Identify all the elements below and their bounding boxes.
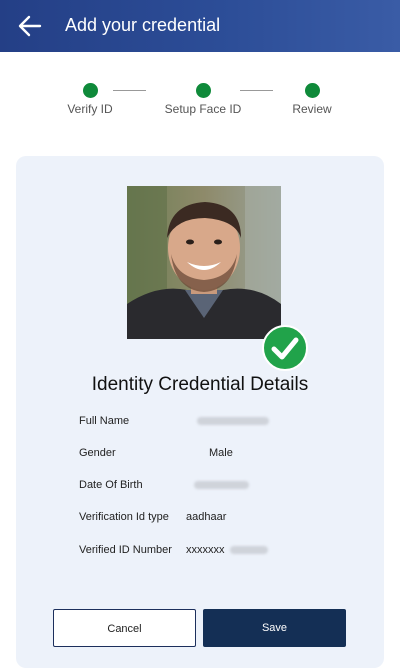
details-title: Identity Credential Details — [91, 374, 309, 395]
progress-stepper: Verify ID Setup Face ID Review — [0, 78, 400, 118]
back-button[interactable] — [16, 13, 44, 39]
step-complete-dot — [304, 83, 320, 98]
step-review: Review — [252, 78, 372, 116]
profile-photo — [127, 186, 281, 339]
detail-value: xxxxxxx — [186, 544, 268, 556]
step-verify-id: Verify ID — [30, 78, 150, 116]
arrow-left-icon — [18, 15, 42, 37]
detail-value-redacted — [197, 415, 269, 427]
detail-label: Full Name — [79, 415, 130, 427]
detail-label: Date Of Birth — [79, 479, 143, 491]
detail-value-redacted — [194, 479, 249, 491]
step-complete-dot — [195, 83, 211, 98]
step-connector — [113, 90, 146, 91]
detail-row-gender: Gender Male — [79, 447, 379, 465]
detail-row-date-of-birth: Date Of Birth — [79, 479, 379, 497]
cancel-button[interactable]: Cancel — [53, 609, 196, 647]
app-bar: Add your credential — [0, 0, 400, 52]
step-label: Setup Face ID — [164, 102, 242, 116]
page-title: Add your credential — [65, 15, 221, 35]
step-complete-dot — [82, 83, 98, 98]
detail-label: Verified ID Number — [79, 544, 172, 556]
detail-value: aadhaar — [186, 511, 227, 523]
check-circle-icon — [262, 325, 308, 371]
detail-label: Gender — [79, 447, 116, 459]
detail-row-verified-id-number: Verified ID Number xxxxxxx — [79, 544, 379, 562]
detail-row-verification-id-type: Verification Id type aadhaar — [79, 511, 379, 529]
detail-row-full-name: Full Name — [79, 415, 379, 433]
step-setup-face-id: Setup Face ID — [143, 78, 263, 116]
detail-value: Male — [209, 447, 233, 459]
step-label: Verify ID — [67, 102, 113, 116]
save-button[interactable]: Save — [203, 609, 346, 647]
detail-label: Verification Id type — [79, 511, 169, 523]
step-label: Review — [292, 102, 332, 116]
